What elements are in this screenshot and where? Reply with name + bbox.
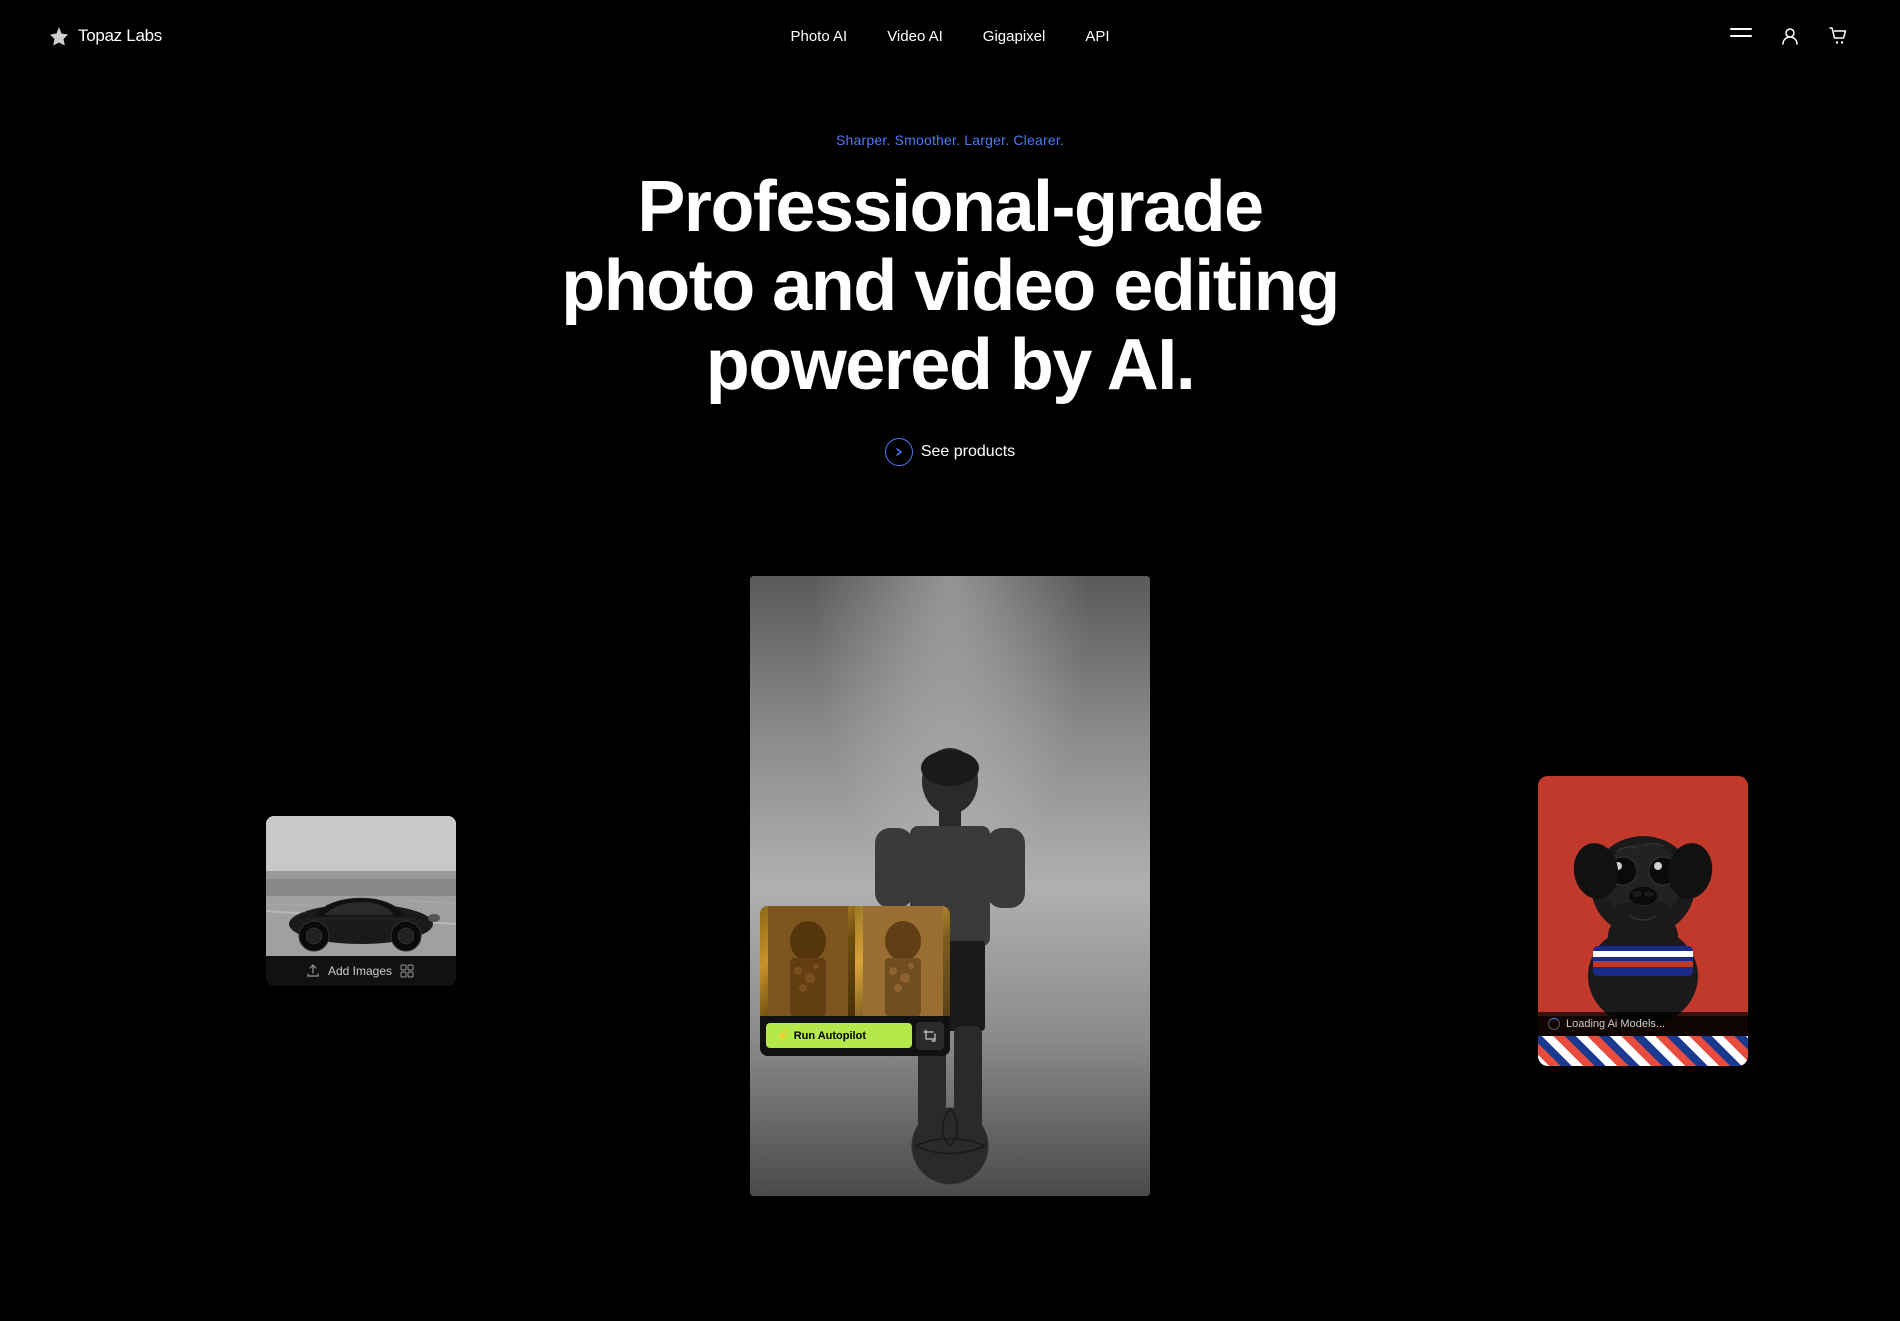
see-products-circle-icon [885, 438, 913, 466]
pug-scene [1538, 776, 1748, 1036]
cart-icon [1828, 26, 1848, 46]
nav-action-icons [1726, 22, 1852, 50]
chevron-right-icon [894, 447, 904, 457]
car-image-panel: Add Images [266, 816, 456, 986]
navigation: Topaz Labs Photo AI Video AI Gigapixel A… [0, 0, 1900, 72]
nav-api[interactable]: API [1085, 28, 1109, 45]
gallery-section: ⚡ Run Autopilot [0, 536, 1900, 1236]
add-images-label: Add Images [328, 964, 392, 978]
logo[interactable]: Topaz Labs [48, 25, 162, 47]
nav-video-ai[interactable]: Video AI [887, 28, 943, 45]
grid-icon [400, 964, 416, 978]
menu-icon [1730, 28, 1752, 44]
cart-icon-button[interactable] [1824, 22, 1852, 50]
portrait-comparison [760, 906, 950, 1016]
logo-icon [48, 25, 70, 47]
user-icon [1780, 26, 1800, 46]
hero-title: Professional-grade photo and video editi… [560, 168, 1340, 406]
nav-links: Photo AI Video AI Gigapixel API [790, 28, 1109, 45]
crop-button[interactable] [916, 1022, 944, 1050]
car-photo [266, 816, 456, 956]
see-products-label: See products [921, 443, 1015, 461]
loading-status-bar: Loading Ai Models... [1538, 1012, 1748, 1036]
nav-gigapixel[interactable]: Gigapixel [983, 28, 1046, 45]
loading-spinner-icon [1548, 1018, 1560, 1030]
portrait-before-image [768, 906, 848, 1016]
pug-image-panel: Loading Ai Models... [1538, 776, 1748, 1066]
user-icon-button[interactable] [1776, 22, 1804, 50]
loading-status-text: Loading Ai Models... [1566, 1018, 1665, 1030]
panel-controls: ⚡ Run Autopilot [760, 1016, 950, 1056]
nav-photo-ai[interactable]: Photo AI [790, 28, 847, 45]
upload-icon [306, 964, 320, 978]
hero-tagline: Sharper. Smoother. Larger. Clearer. [20, 132, 1880, 148]
add-images-bar[interactable]: Add Images [266, 956, 456, 986]
pug-photo: Loading Ai Models... [1538, 776, 1748, 1036]
menu-icon-button[interactable] [1726, 24, 1756, 48]
portrait-after-image [863, 906, 943, 1016]
logo-text: Topaz Labs [78, 26, 162, 46]
see-products-button[interactable]: See products [885, 438, 1015, 466]
lightning-icon: ⚡ [776, 1029, 790, 1042]
autopilot-label: Run Autopilot [794, 1030, 866, 1042]
run-autopilot-button[interactable]: ⚡ Run Autopilot [766, 1023, 912, 1048]
decorative-stripes [1538, 1036, 1748, 1066]
portrait-before [760, 906, 855, 1016]
before-after-panel: ⚡ Run Autopilot [760, 906, 950, 1056]
crop-icon [923, 1029, 937, 1043]
portrait-after [855, 906, 950, 1016]
car-scene [266, 816, 456, 956]
center-bw-image [750, 576, 1150, 1196]
hero-section: Sharper. Smoother. Larger. Clearer. Prof… [0, 72, 1900, 506]
